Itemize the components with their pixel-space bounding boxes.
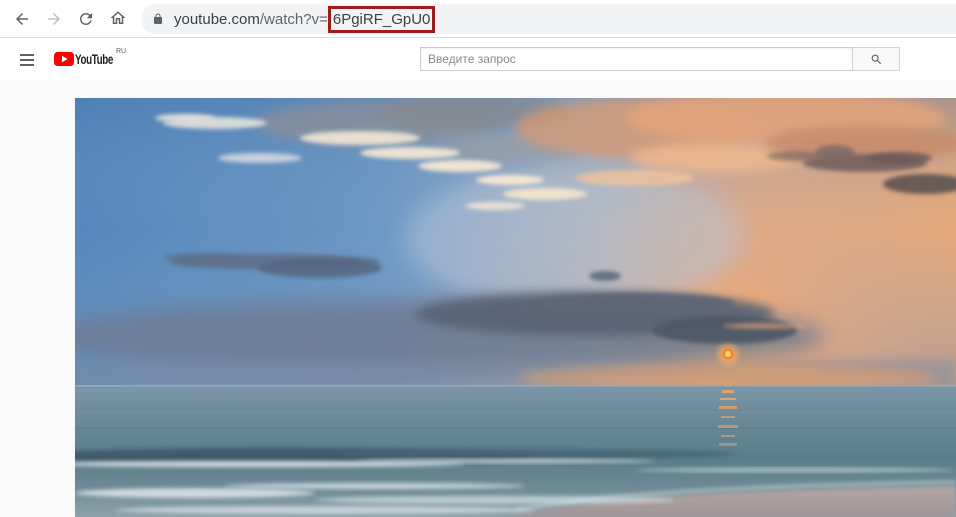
- home-icon: [110, 11, 126, 24]
- search-input[interactable]: [420, 47, 852, 71]
- forward-button[interactable]: [45, 10, 63, 28]
- hamburger-menu-icon[interactable]: [18, 52, 36, 66]
- lock-icon: [154, 13, 162, 24]
- menu-bar: [20, 54, 34, 56]
- menu-bar: [20, 64, 34, 66]
- search-button[interactable]: [852, 47, 900, 71]
- home-button[interactable]: [109, 9, 127, 27]
- url-path: /watch?v=: [259, 10, 328, 28]
- search-icon: [871, 54, 881, 64]
- url-host: youtube.com: [174, 10, 260, 28]
- reload-icon: [80, 12, 92, 25]
- url-text[interactable]: youtube.com /watch?v= 6PgiRF_GpU0: [174, 4, 436, 34]
- reload-button[interactable]: [77, 10, 95, 28]
- sun: [717, 343, 739, 365]
- arrow-left-icon: [16, 13, 28, 25]
- menu-bar: [20, 59, 34, 61]
- address-bar[interactable]: youtube.com /watch?v= 6PgiRF_GpU0: [141, 4, 956, 34]
- browser-toolbar: youtube.com /watch?v= 6PgiRF_GpU0: [0, 0, 956, 38]
- video-player[interactable]: [75, 98, 956, 517]
- youtube-play-icon: [54, 52, 74, 66]
- arrow-right-icon: [48, 13, 60, 25]
- url-video-id-highlight: 6PgiRF_GpU0: [327, 5, 436, 33]
- back-button[interactable]: [13, 10, 31, 28]
- video-frame: [75, 98, 956, 517]
- site-info-button[interactable]: [152, 13, 164, 25]
- youtube-masthead: YouTube RU: [0, 38, 956, 80]
- logo-region-code: RU: [116, 48, 127, 55]
- logo-wordmark: YouTube: [75, 51, 114, 67]
- youtube-logo[interactable]: YouTube RU: [54, 48, 128, 67]
